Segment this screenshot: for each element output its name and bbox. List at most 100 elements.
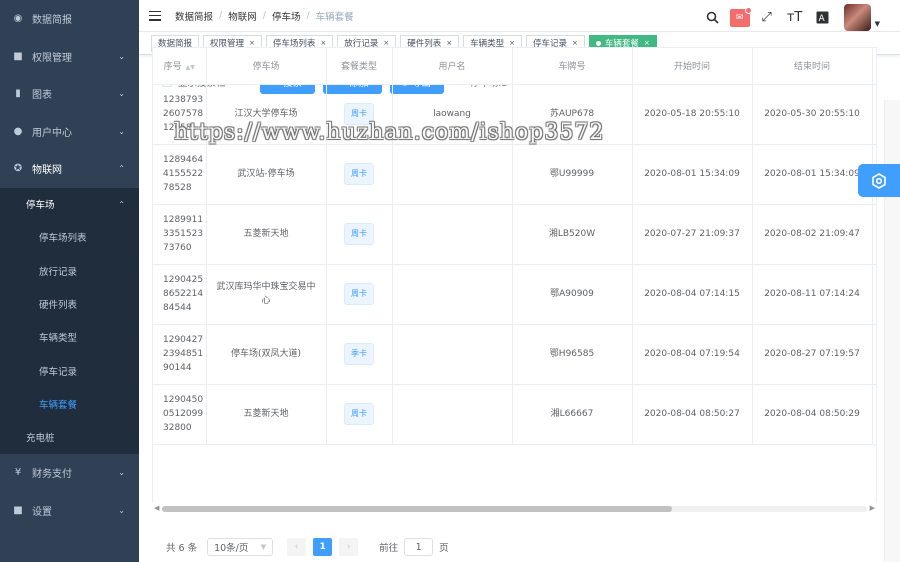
table-row[interactable]: 1289464 4155522 78528 武汉站-停车场 周卡 鄂U99999 2… xyxy=(153,144,876,205)
breadcrumb-item[interactable]: 停车场 xyxy=(272,9,301,23)
column-header-park: 停车场 xyxy=(206,48,327,85)
app: ◉ 数据简报 ■ 权限管理 ⌄ ▮ 图表 ⌄ ● 用户中心 ⌄ ✪ 物联网 ⌃ … xyxy=(0,0,900,562)
package-type-badge: 周卡 xyxy=(344,103,374,125)
close-icon[interactable]: × xyxy=(446,39,452,47)
cell-plate: 苏AUP678 xyxy=(512,84,633,145)
close-icon[interactable]: × xyxy=(509,39,515,47)
sidebar-item-label: 数据简报 xyxy=(32,15,72,27)
horizontal-scrollbar[interactable]: ◀ ▶ xyxy=(152,503,877,514)
scroll-right-icon[interactable]: ▶ xyxy=(870,504,875,512)
close-icon[interactable]: × xyxy=(383,39,389,47)
cell-start: 2020-05-18 20:55:10 xyxy=(632,84,753,145)
cell-plate: 鄂A90909 xyxy=(512,264,633,325)
settings-icon: ■ xyxy=(13,504,23,516)
cell-id: 1290427 2394851 90144 xyxy=(153,324,207,385)
table-row[interactable]: 1289911 3351523 73760 五菱新天地 周卡 湘LB520W 202… xyxy=(153,204,876,265)
cell-start: 2020-07-27 21:09:37 xyxy=(632,204,753,265)
table-header: 序号 ▲▼ 停车场 套餐类型 用户名 车牌号 开始时间 结束时间 xyxy=(153,48,876,85)
sidebar-item-finance[interactable]: ¥ 财务支付 ⌄ xyxy=(0,454,139,492)
close-icon[interactable]: × xyxy=(249,39,255,47)
cell-park: 武汉站-停车场 xyxy=(206,144,327,205)
sidebar-item-parking[interactable]: 停车场 ⌃ xyxy=(0,188,139,221)
svg-text:A: A xyxy=(819,14,826,24)
cell-type: 周卡 xyxy=(326,264,393,325)
sidebar-item-label: 物联网 xyxy=(32,165,62,177)
close-icon[interactable]: × xyxy=(572,39,578,47)
sidebar: ◉ 数据简报 ■ 权限管理 ⌄ ▮ 图表 ⌄ ● 用户中心 ⌄ ✪ 物联网 ⌃ … xyxy=(0,0,139,562)
font-size-icon[interactable]: ᴛT xyxy=(784,7,806,29)
dashboard-icon: ◉ xyxy=(13,13,23,25)
cell-type: 周卡 xyxy=(326,84,393,145)
chevron-up-icon: ⌃ xyxy=(118,199,125,209)
scroll-left-icon[interactable]: ◀ xyxy=(154,504,159,512)
close-icon[interactable]: × xyxy=(644,39,650,47)
sidebar-item-label: 停车记录 xyxy=(39,366,78,378)
breadcrumb-item[interactable]: 物联网 xyxy=(228,9,257,23)
avatar[interactable] xyxy=(843,4,871,31)
sidebar-item-permissions[interactable]: ■ 权限管理 ⌄ xyxy=(0,38,139,76)
cell-plate: 湘LB520W xyxy=(512,204,633,265)
cell-type: 周卡 xyxy=(326,384,393,445)
sidebar-item-charts[interactable]: ▮ 图表 ⌄ xyxy=(0,75,139,113)
column-header-id[interactable]: 序号 ▲▼ xyxy=(153,48,207,85)
cell-end: 2020-08-01 15:34:09 xyxy=(752,144,873,205)
goto-page-input[interactable]: 1 xyxy=(404,538,434,556)
sidebar-item-dashboard[interactable]: ◉ 数据简报 xyxy=(0,0,139,38)
fullscreen-icon[interactable]: ⤢ xyxy=(756,7,778,29)
sidebar-item-label: 财务支付 xyxy=(32,469,72,481)
sidebar-item-parking-records[interactable]: 停车记录 xyxy=(0,354,139,387)
pagination-total: 共 6 条 xyxy=(166,543,198,554)
sidebar-item-label: 硬件列表 xyxy=(39,300,78,312)
cell-park: 武汉库玛华中珠宝交易中心 xyxy=(206,264,327,325)
close-icon[interactable]: × xyxy=(320,39,326,47)
sidebar-item-parking-list[interactable]: 停车场列表 xyxy=(0,221,139,254)
notification-icon[interactable]: ✉ xyxy=(729,6,752,27)
lock-icon: ■ xyxy=(13,50,23,62)
settings-float-button[interactable] xyxy=(858,164,900,197)
table-row[interactable]: 1238793 2607578 12658 江汉大学停车场 周卡 laowang 苏… xyxy=(153,84,876,145)
cell-user xyxy=(392,324,513,385)
hexagon-settings-icon xyxy=(872,172,886,189)
cell-id: 1289464 4155522 78528 xyxy=(153,144,207,205)
goto-page: 前往 1 页 xyxy=(379,538,449,556)
table-row[interactable]: 1290427 2394851 90144 停车场(双凤大道) 季卡 鄂H96585… xyxy=(153,324,876,385)
page-size-select[interactable]: 10条/页 ▼ xyxy=(207,538,274,556)
cell-park: 五菱新天地 xyxy=(206,384,327,445)
sidebar-item-charging-pile[interactable]: 充电桩 xyxy=(0,421,139,454)
sidebar-item-release-records[interactable]: 放行记录 xyxy=(0,254,139,287)
breadcrumb-item[interactable]: 数据简报 xyxy=(175,9,213,23)
cell-user xyxy=(392,264,513,325)
user-icon: ● xyxy=(13,125,23,137)
sort-icon[interactable]: ▲▼ xyxy=(186,64,195,71)
package-type-badge: 周卡 xyxy=(344,403,374,425)
sidebar-item-settings[interactable]: ■ 设置 ⌄ xyxy=(0,491,139,529)
table-row[interactable]: 1290425 8652214 84544 武汉库玛华中珠宝交易中心 周卡 鄂A90… xyxy=(153,264,876,325)
sidebar-item-label: 图表 xyxy=(32,90,52,102)
cell-type: 季卡 xyxy=(326,324,393,385)
hamburger-icon[interactable] xyxy=(149,10,161,21)
sidebar-item-user-center[interactable]: ● 用户中心 ⌄ xyxy=(0,113,139,151)
sidebar-item-hardware-list[interactable]: 硬件列表 xyxy=(0,287,139,320)
search-icon[interactable] xyxy=(702,7,724,29)
chevron-down-icon: ▼ xyxy=(260,543,267,551)
cell-start: 2020-08-01 15:34:09 xyxy=(632,144,753,205)
table-row[interactable]: 1290450 0512099 32800 五菱新天地 周卡 湘L66667 202… xyxy=(153,384,876,445)
prev-page-button[interactable]: ‹ xyxy=(287,538,307,556)
sidebar-item-vehicle-packages[interactable]: 车辆套餐 xyxy=(0,387,139,420)
cell-park: 五菱新天地 xyxy=(206,204,327,265)
cell-plate: 湘L66667 xyxy=(512,384,633,445)
sidebar-item-vehicle-types[interactable]: 车辆类型 xyxy=(0,321,139,354)
page-number[interactable]: 1 xyxy=(313,538,333,556)
language-icon[interactable]: A xyxy=(812,7,834,29)
caret-down-icon[interactable]: ▼ xyxy=(875,20,880,28)
cell-park: 江汉大学停车场 xyxy=(206,84,327,145)
chevron-down-icon: ⌄ xyxy=(118,505,125,515)
sidebar-item-label: 权限管理 xyxy=(32,52,72,64)
cell-id: 1289911 3351523 73760 xyxy=(153,204,207,265)
sidebar-item-iot[interactable]: ✪ 物联网 ⌃ xyxy=(0,150,139,188)
scrollbar-thumb[interactable] xyxy=(162,506,672,512)
cell-plate: 鄂H96585 xyxy=(512,324,633,385)
next-page-button[interactable]: › xyxy=(339,538,359,556)
yen-icon: ¥ xyxy=(14,467,22,479)
cell-end: 2020-08-11 07:14:24 xyxy=(752,264,873,325)
